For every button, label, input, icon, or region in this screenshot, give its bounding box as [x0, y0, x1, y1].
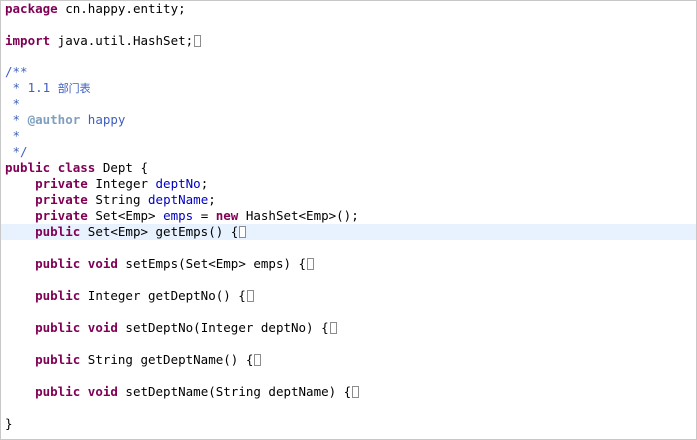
code-text: Integer: [87, 176, 156, 191]
code-editor[interactable]: package cn.happy.entity; import java.uti…: [0, 0, 697, 440]
code-text: String: [87, 192, 149, 207]
comment-text: *: [5, 96, 21, 111]
code-line-comment-close: */: [1, 144, 696, 160]
keyword: private: [35, 192, 88, 207]
folded-code-marker-icon[interactable]: [194, 35, 202, 47]
keyword: public: [35, 256, 81, 271]
code-text: setEmps(Set<Emp> emps) {: [117, 256, 307, 271]
keyword: new: [215, 208, 239, 223]
folded-code-marker-icon[interactable]: [329, 322, 337, 334]
comment-text: *: [5, 112, 28, 127]
folded-code-marker-icon[interactable]: [352, 386, 360, 398]
code-text: Set<Emp> getEmps() {: [80, 224, 239, 239]
code-line-import: import java.util.HashSet;: [1, 33, 696, 49]
keyword: void: [80, 384, 118, 399]
field-name: emps: [163, 208, 194, 223]
comment-text: happy: [80, 112, 126, 127]
code-line-field: private Set<Emp> emps = new HashSet<Emp>…: [1, 208, 696, 224]
code-line-method: public void setDeptNo(Integer deptNo) {: [1, 320, 696, 336]
code-line-field: private Integer deptNo;: [1, 176, 696, 192]
keyword: void: [80, 320, 118, 335]
folded-code-marker-icon[interactable]: [307, 258, 315, 270]
keyword: public: [35, 352, 81, 367]
comment-text: * 1.1: [5, 80, 58, 95]
code-text: }: [5, 416, 13, 431]
code-text: Set<Emp>: [87, 208, 164, 223]
code-text: String getDeptName() {: [80, 352, 254, 367]
code-text: ;: [208, 192, 216, 207]
code-line-class-decl: public class Dept {: [1, 160, 696, 176]
code-line-comment-author: * @author happy: [1, 112, 696, 128]
code-line-package: package cn.happy.entity;: [1, 1, 696, 17]
code-line-comment-star: *: [1, 128, 696, 144]
keyword: public: [5, 160, 51, 175]
folded-code-marker-icon[interactable]: [254, 354, 262, 366]
code-text: =: [193, 208, 216, 223]
code-line-field: private String deptName;: [1, 192, 696, 208]
keyword: import: [5, 33, 51, 48]
code-text: setDeptNo(Integer deptNo) {: [117, 320, 329, 335]
keyword: public: [35, 288, 81, 303]
code-text: Integer getDeptNo() {: [80, 288, 246, 303]
code-text: HashSet<Emp>();: [238, 208, 359, 223]
code-text: ;: [200, 176, 209, 191]
code-line-comment-desc: * 1.1 部门表: [1, 80, 696, 96]
keyword: public: [35, 224, 81, 239]
keyword: package: [5, 1, 58, 16]
javadoc-tag: @author: [27, 112, 81, 127]
keyword: private: [35, 176, 88, 191]
comment-text: /**: [5, 64, 28, 79]
field-name: deptNo: [155, 176, 201, 191]
keyword: void: [80, 256, 118, 271]
folded-code-marker-icon[interactable]: [246, 290, 254, 302]
code-text: cn.happy.entity;: [57, 1, 186, 16]
code-text: java.util.HashSet;: [50, 33, 194, 48]
code-text: setDeptName(String deptName) {: [117, 384, 352, 399]
keyword: private: [35, 208, 88, 223]
code-line-comment-open: /**: [1, 64, 696, 80]
code-line-method-current[interactable]: public Set<Emp> getEmps() {: [1, 224, 696, 240]
comment-text: *: [5, 128, 21, 143]
comment-chinese-text: 部门表: [57, 82, 91, 95]
code-line-method: public Integer getDeptNo() {: [1, 288, 696, 304]
comment-text: */: [5, 144, 28, 159]
code-line-class-close: }: [1, 416, 696, 432]
keyword: public: [35, 384, 81, 399]
code-line-method: public void setEmps(Set<Emp> emps) {: [1, 256, 696, 272]
keyword: public: [35, 320, 81, 335]
field-name: deptName: [148, 192, 209, 207]
code-line-method: public void setDeptName(String deptName)…: [1, 384, 696, 400]
keyword: class: [57, 160, 96, 175]
code-text: Dept {: [95, 160, 149, 175]
code-line-comment-star: *: [1, 96, 696, 112]
folded-code-marker-icon[interactable]: [239, 226, 247, 238]
code-line-method: public String getDeptName() {: [1, 352, 696, 368]
